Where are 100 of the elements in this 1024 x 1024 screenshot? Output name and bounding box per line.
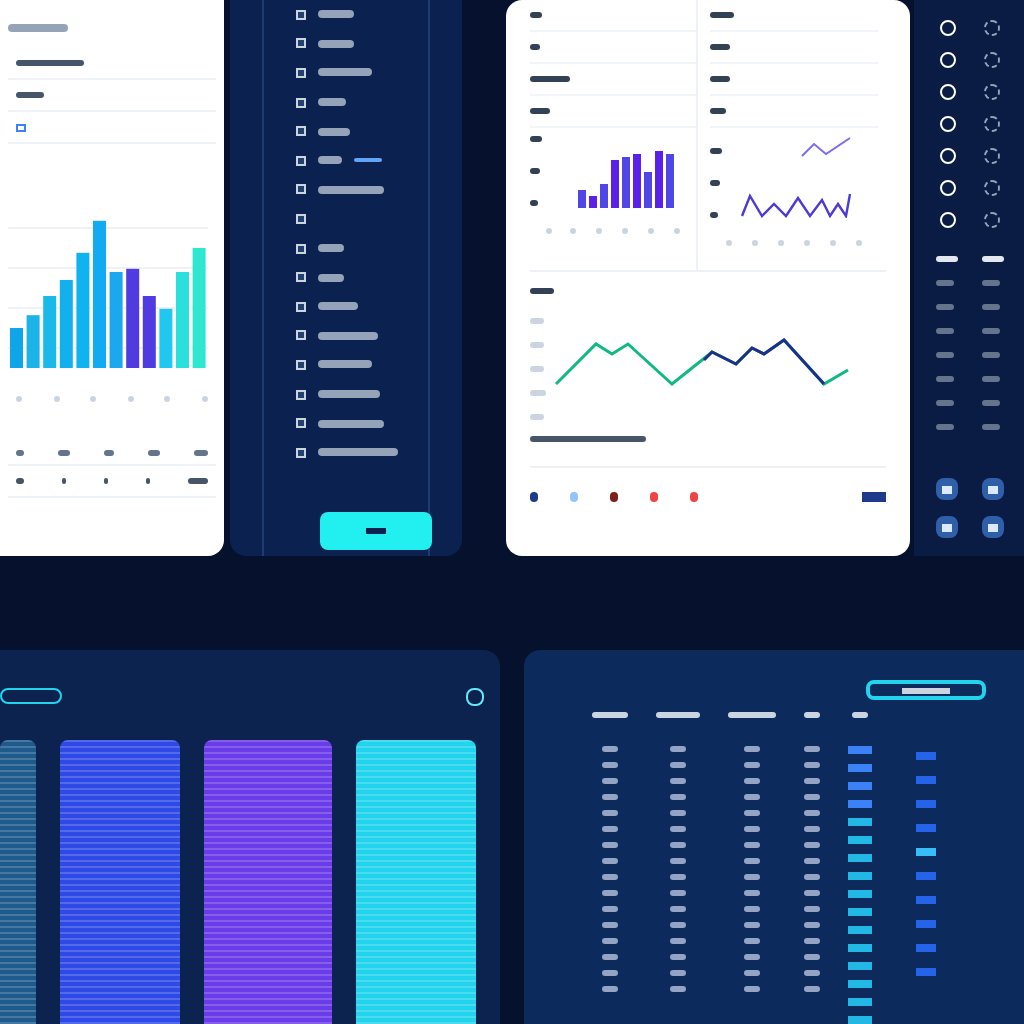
table-cell: [848, 782, 872, 790]
text-placeholder: [145, 478, 150, 484]
table-cell: [916, 752, 936, 760]
text-placeholder: [529, 288, 554, 294]
toolbar-button[interactable]: [935, 478, 958, 500]
table-cell: [916, 848, 936, 856]
line-chart-drawing: [739, 136, 852, 218]
table-cell: [916, 968, 936, 976]
menu-item[interactable]: [317, 68, 372, 77]
menu-item[interactable]: [317, 185, 384, 194]
table-cell: [848, 854, 872, 862]
text-placeholder: [103, 450, 114, 456]
table-cell: [848, 908, 872, 916]
menu-item-icon: [295, 447, 306, 458]
toolbar-button[interactable]: [981, 516, 1004, 538]
bar-chart-drawing: [577, 148, 674, 208]
menu-item[interactable]: [317, 39, 354, 48]
text-placeholder: [57, 450, 70, 456]
table-cell: [848, 746, 872, 754]
text-placeholder: [728, 712, 776, 718]
menu-item[interactable]: [317, 98, 346, 107]
card-icon: [16, 123, 26, 131]
text-placeholder: [529, 318, 544, 324]
menu-item[interactable]: [317, 331, 378, 340]
table-cell: [916, 824, 936, 832]
menu-item-icon: [295, 97, 306, 108]
text-placeholder: [935, 256, 958, 262]
menu-item-icon: [295, 184, 306, 195]
text-placeholder: [529, 390, 546, 396]
menu-item[interactable]: [317, 419, 384, 428]
text-placeholder: [529, 12, 542, 18]
text-placeholder: [673, 228, 679, 234]
menu-item-icon: [295, 418, 306, 429]
text-placeholder: [709, 148, 722, 154]
menu-item-icon: [295, 213, 306, 224]
table-cell: [848, 998, 872, 1006]
toolbar-button[interactable]: [981, 478, 1004, 500]
menu-item-icon: [295, 126, 306, 137]
menu-item[interactable]: [317, 302, 358, 311]
menu-item[interactable]: [317, 156, 342, 165]
text-placeholder: [621, 228, 628, 234]
text-placeholder: [16, 92, 44, 98]
text-placeholder: [852, 712, 868, 718]
table-cell: [848, 944, 872, 952]
text-placeholder: [8, 24, 68, 32]
text-placeholder: [61, 478, 66, 484]
text-placeholder: [709, 12, 734, 18]
text-placeholder: [804, 712, 820, 718]
menu-item[interactable]: [317, 127, 350, 136]
text-placeholder: [725, 240, 732, 246]
text-placeholder: [529, 200, 538, 206]
text-placeholder: [570, 228, 577, 234]
table-cell: [916, 896, 936, 904]
text-placeholder: [529, 342, 544, 348]
text-placeholder: [201, 396, 208, 402]
text-placeholder: [16, 60, 84, 66]
text-placeholder: [529, 414, 544, 420]
menu-item[interactable]: [317, 360, 372, 369]
table-cell: [916, 872, 936, 880]
text-placeholder: [529, 108, 550, 114]
text-placeholder: [164, 396, 171, 402]
text-placeholder: [709, 212, 718, 218]
text-placeholder: [545, 228, 552, 234]
text-placeholder: [592, 712, 628, 718]
text-placeholder: [16, 450, 24, 456]
text-placeholder: [709, 108, 726, 114]
primary-button[interactable]: [319, 511, 432, 549]
menu-item[interactable]: [317, 273, 344, 282]
text-placeholder: [981, 256, 1004, 262]
expand-icon[interactable]: [466, 687, 484, 705]
table-cell: [848, 926, 872, 934]
menu-item[interactable]: [317, 10, 354, 19]
text-placeholder: [829, 240, 836, 246]
text-placeholder: [855, 240, 862, 246]
text-placeholder: [709, 180, 720, 186]
table-cell: [848, 962, 872, 970]
table-cell: [848, 890, 872, 898]
text-placeholder: [53, 396, 60, 402]
text-placeholder: [751, 240, 758, 246]
text-placeholder: [529, 366, 544, 372]
menu-item[interactable]: [317, 390, 380, 399]
text-placeholder: [529, 44, 540, 50]
outline-button[interactable]: [866, 680, 986, 700]
menu-item[interactable]: [317, 244, 344, 253]
table-cell: [916, 800, 936, 808]
text-placeholder: [529, 168, 540, 174]
text-placeholder: [803, 240, 810, 246]
text-placeholder: [127, 396, 134, 402]
menu-item-icon: [295, 389, 306, 400]
text-placeholder: [147, 450, 160, 456]
text-placeholder: [529, 76, 570, 82]
text-placeholder: [16, 396, 22, 402]
segmented-control[interactable]: [0, 688, 62, 704]
table-cell: [848, 818, 872, 826]
table-cell: [848, 836, 872, 844]
table-cell: [848, 872, 872, 880]
menu-item[interactable]: [317, 448, 398, 457]
menu-item-icon: [295, 155, 306, 166]
marker-line: [353, 158, 382, 163]
toolbar-button[interactable]: [935, 516, 958, 538]
